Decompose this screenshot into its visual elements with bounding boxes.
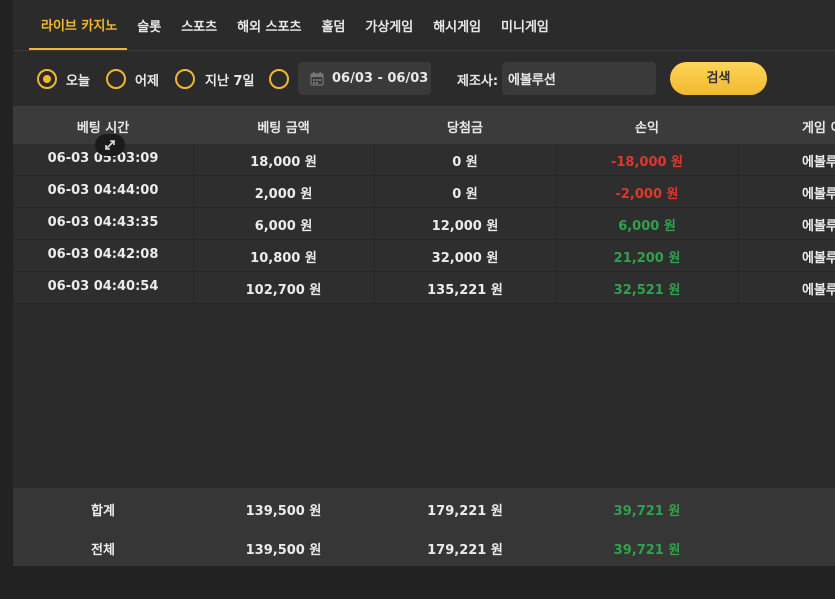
date-range-text: 06/03 - 06/03 [332,71,429,86]
header-game-name: 게임 이 [802,121,835,136]
summary-total-label: 합계 [91,504,115,519]
calendar-icon [310,71,324,86]
tab-6[interactable]: 해시게임 [423,0,491,50]
tab-5[interactable]: 가상게임 [355,0,423,50]
radio-last7-label[interactable]: 지난 7일 [205,70,254,89]
column-divider [556,176,557,207]
row-cell-pl: 6,000 원 [618,219,676,234]
column-divider [738,144,739,175]
table-row[interactable]: 06-03 04:42:08 10,800 원 32,000 원 21,200 원 에볼… [13,240,835,272]
column-divider [556,208,557,239]
column-divider [193,272,194,303]
column-divider [556,272,557,303]
table-row[interactable]: 06-03 04:44:00 2,000 원 0 원 -2,000 원 에볼루 [13,176,835,208]
header-winnings: 당첨금 [447,121,483,136]
tab-7[interactable]: 미니게임 [491,0,559,50]
column-divider [738,208,739,239]
row-cell-time: 06-03 04:40:54 [47,279,159,294]
summary-total-pl: 39,721 원 [613,504,681,519]
table-body: 06-03 05:03:09 18,000 원0 원 -18,000 원 에볼루 06-… [13,144,835,304]
table-header: 베팅 시간 베팅 금액 당첨금 손익 게임 이 [13,106,835,145]
radio-custom[interactable] [269,69,289,89]
row-cell-pl: -18,000 원 [610,155,684,170]
column-divider [738,272,739,303]
row-cell-win: 135,221 원 [427,283,503,298]
tab-4[interactable]: 홀덤 [311,0,355,50]
radio-last7[interactable] [175,69,195,89]
row-cell-game: 에볼루 [802,283,835,298]
row-cell-bet: 2,000 원 [254,187,313,202]
row-cell-game: 에볼루 [802,187,835,202]
filter-bar: 오늘 어제 지난 7일 06/03 - 06/03 제조사: 검색 [0,60,835,96]
tab-1[interactable]: 슬롯 [127,0,171,50]
column-divider [193,176,194,207]
row-cell-win: 12,000 원 [431,219,499,234]
column-divider [193,240,194,271]
row-cell-time: 06-03 04:42:08 [47,247,159,262]
row-cell-win: 0 원 [452,155,478,170]
row-cell-bet: 18,000 원 [250,155,317,170]
row-cell-bet: 6,000 원 [254,219,313,234]
row-cell-game: 에볼루 [802,155,835,170]
table-row[interactable]: 06-03 04:43:35 6,000 원 12,000 원 6,000 원 에볼루 [13,208,835,240]
column-divider [374,144,375,175]
radio-today[interactable] [37,69,57,89]
column-divider [556,144,557,175]
row-cell-bet: 10,800 원 [250,251,317,266]
row-cell-win: 0 원 [452,187,478,202]
summary-all-pl: 39,721 원 [613,543,681,558]
table-row[interactable]: 06-03 05:03:09 18,000 원0 원 -18,000 원 에볼루 [13,144,835,176]
row-cell-time: 06-03 04:43:35 [47,215,159,230]
radio-yesterday[interactable] [106,69,126,89]
maker-label: 제조사: [457,74,499,89]
radio-today-label[interactable]: 오늘 [66,70,90,89]
column-divider [374,208,375,239]
column-divider [556,240,557,271]
row-cell-pl: 21,200 원 [613,251,681,266]
column-divider [193,208,194,239]
row-cell-pl: -2,000 원 [615,187,679,202]
summary-all-win: 179,221 원 [427,543,503,558]
tab-divider [13,50,835,51]
column-divider [738,176,739,207]
tab-2[interactable]: 스포츠 [171,0,227,50]
search-button[interactable]: 검색 [670,62,767,95]
row-cell-game: 에볼루 [802,251,835,266]
summary-all-bet: 139,500 원 [245,543,322,558]
row-cell-time: 06-03 04:44:00 [47,183,159,198]
header-bet-time: 베팅 시간 [76,121,130,136]
tab-3[interactable]: 해외 스포츠 [227,0,311,50]
resize-handle-icon[interactable] [95,134,125,156]
row-cell-pl: 32,521 원 [613,283,681,298]
summary-row-total: 합계 139,500 원 179,221 원 39,721 원 [13,488,835,527]
tab-0[interactable]: 라이브 카지노 [29,0,128,50]
table-row[interactable]: 06-03 04:40:54 102,700 원 135,221 원 32,521 원… [13,272,835,304]
maker-input[interactable] [502,62,656,95]
column-divider [374,176,375,207]
column-divider [374,240,375,271]
row-cell-win: 32,000 원 [431,251,499,266]
summary-all-label: 전체 [91,543,115,558]
column-divider [374,272,375,303]
radio-yesterday-label[interactable]: 어제 [135,70,159,89]
row-cell-game: 에볼루 [802,219,835,234]
summary-total-win: 179,221 원 [427,504,503,519]
summary-row-all: 전체 139,500 원 179,221 원 39,721 원 [13,527,835,566]
date-range-picker[interactable]: 06/03 - 06/03 [298,62,431,95]
summary-total-bet: 139,500 원 [245,504,322,519]
row-cell-bet: 102,700 원 [245,283,322,298]
column-divider [738,240,739,271]
header-profit-loss: 손익 [635,121,659,136]
header-bet-amount: 베팅 금액 [257,121,310,136]
column-divider [193,144,194,175]
category-tabs: 라이브 카지노 슬롯 스포츠 해외 스포츠 홀덤 가상게임 해시게임 미니게임 [29,0,559,50]
